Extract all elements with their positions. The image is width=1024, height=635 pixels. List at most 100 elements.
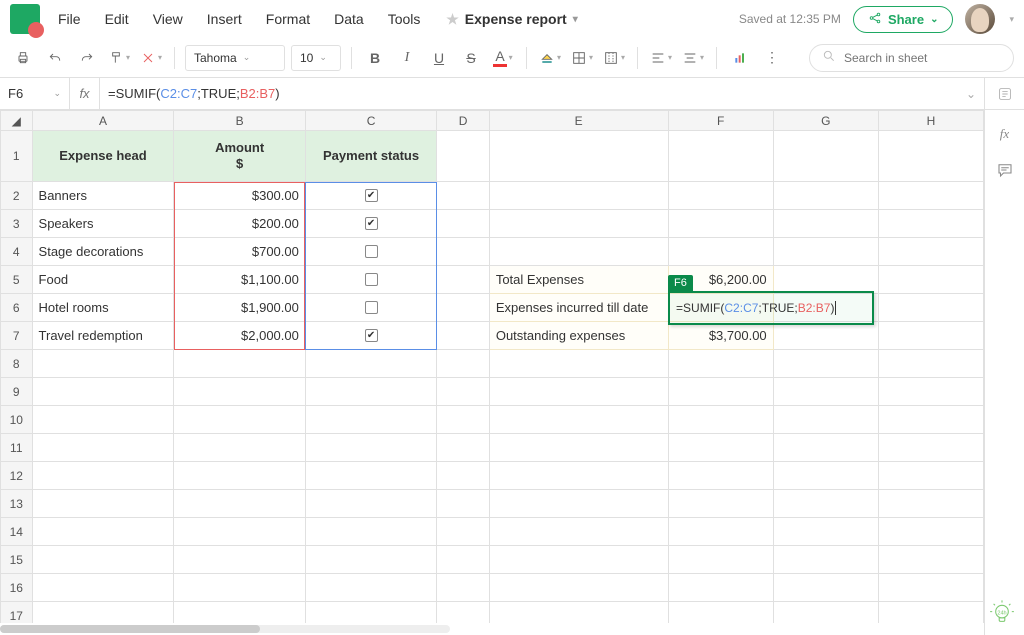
cell[interactable] [32,546,174,574]
cell[interactable] [437,238,490,266]
comments-icon[interactable] [993,158,1017,182]
cell[interactable]: $6,200.00 [668,266,773,294]
cell[interactable] [773,131,878,182]
cell[interactable]: $1,900.00 [174,294,305,322]
cell[interactable] [437,462,490,490]
cell[interactable]: $300.00 [174,182,305,210]
cell[interactable] [773,574,878,602]
cell[interactable] [668,490,773,518]
row-header[interactable]: 11 [1,434,33,462]
spreadsheet-grid[interactable]: ◢ A B C D E F G H 1Expense headAmount$Pa… [0,110,984,623]
cell[interactable] [773,546,878,574]
cell[interactable] [773,266,878,294]
cell[interactable] [305,182,436,210]
cell[interactable] [174,546,305,574]
cell[interactable] [32,434,174,462]
cell[interactable] [437,182,490,210]
cell[interactable] [668,518,773,546]
more-icon[interactable]: ⋮ [759,45,785,71]
cell[interactable]: $1,100.00 [174,266,305,294]
cell[interactable] [878,546,983,574]
cell[interactable] [305,406,436,434]
cell[interactable]: Banners [32,182,174,210]
cell[interactable] [773,602,878,624]
undo-icon[interactable] [42,45,68,71]
menu-edit[interactable]: Edit [99,7,135,31]
cell[interactable] [437,131,490,182]
cell[interactable] [437,266,490,294]
cell[interactable]: Hotel rooms [32,294,174,322]
row-header[interactable]: 1 [1,131,33,182]
chart-icon[interactable] [727,45,753,71]
font-family-select[interactable]: Tahoma⌄ [185,45,285,71]
cell[interactable] [773,350,878,378]
cell[interactable] [489,131,668,182]
cell[interactable] [489,350,668,378]
vertical-align-button[interactable]: ▾ [680,45,706,71]
cell[interactable]: $3,700.00 [668,322,773,350]
cell[interactable] [437,490,490,518]
cell[interactable] [489,546,668,574]
cell[interactable] [773,406,878,434]
print-icon[interactable] [10,45,36,71]
cell[interactable] [878,434,983,462]
chevron-down-icon[interactable]: ▾ [573,14,578,25]
menu-view[interactable]: View [147,7,189,31]
cell[interactable] [32,602,174,624]
cell[interactable] [32,490,174,518]
cell[interactable] [489,574,668,602]
row-header[interactable]: 16 [1,574,33,602]
avatar[interactable] [965,4,995,34]
row-header[interactable]: 15 [1,546,33,574]
cell[interactable] [174,462,305,490]
row-header[interactable]: 10 [1,406,33,434]
cell[interactable] [489,210,668,238]
cell[interactable] [489,518,668,546]
col-header[interactable]: C [305,111,436,131]
italic-button[interactable]: I [394,45,420,71]
cell[interactable] [437,434,490,462]
cell[interactable] [878,182,983,210]
col-header[interactable]: A [32,111,174,131]
col-header[interactable]: E [489,111,668,131]
cell[interactable] [489,378,668,406]
cell[interactable] [489,602,668,624]
cell[interactable] [878,490,983,518]
cell[interactable]: Expenses incurred till date [489,294,668,322]
cell[interactable] [437,322,490,350]
cell[interactable] [878,266,983,294]
cell[interactable] [305,462,436,490]
name-box[interactable]: F6 ⌄ [0,78,70,109]
cell[interactable] [668,210,773,238]
row-header[interactable]: 5 [1,266,33,294]
cell[interactable] [668,602,773,624]
cell[interactable] [878,131,983,182]
cell[interactable]: Payment status [305,131,436,182]
cell[interactable]: Speakers [32,210,174,238]
row-header[interactable]: 8 [1,350,33,378]
search-input[interactable] [842,50,1001,66]
search-input-wrap[interactable] [809,44,1014,72]
cell[interactable] [437,294,490,322]
cell[interactable] [305,238,436,266]
cell[interactable] [305,350,436,378]
cell[interactable] [174,518,305,546]
star-icon[interactable]: ★ [446,11,459,28]
menu-insert[interactable]: Insert [201,7,248,31]
row-header[interactable]: 3 [1,210,33,238]
cell[interactable] [305,546,436,574]
row-header[interactable]: 4 [1,238,33,266]
cell[interactable] [489,490,668,518]
cell[interactable] [32,350,174,378]
cell[interactable] [773,294,878,322]
cell[interactable] [773,378,878,406]
cell[interactable] [878,574,983,602]
cell[interactable] [878,462,983,490]
select-all-corner[interactable]: ◢ [1,111,33,131]
cell[interactable] [773,518,878,546]
col-header[interactable]: G [773,111,878,131]
cell[interactable] [437,574,490,602]
cell[interactable] [489,434,668,462]
cell[interactable] [437,518,490,546]
strikethrough-button[interactable]: S [458,45,484,71]
